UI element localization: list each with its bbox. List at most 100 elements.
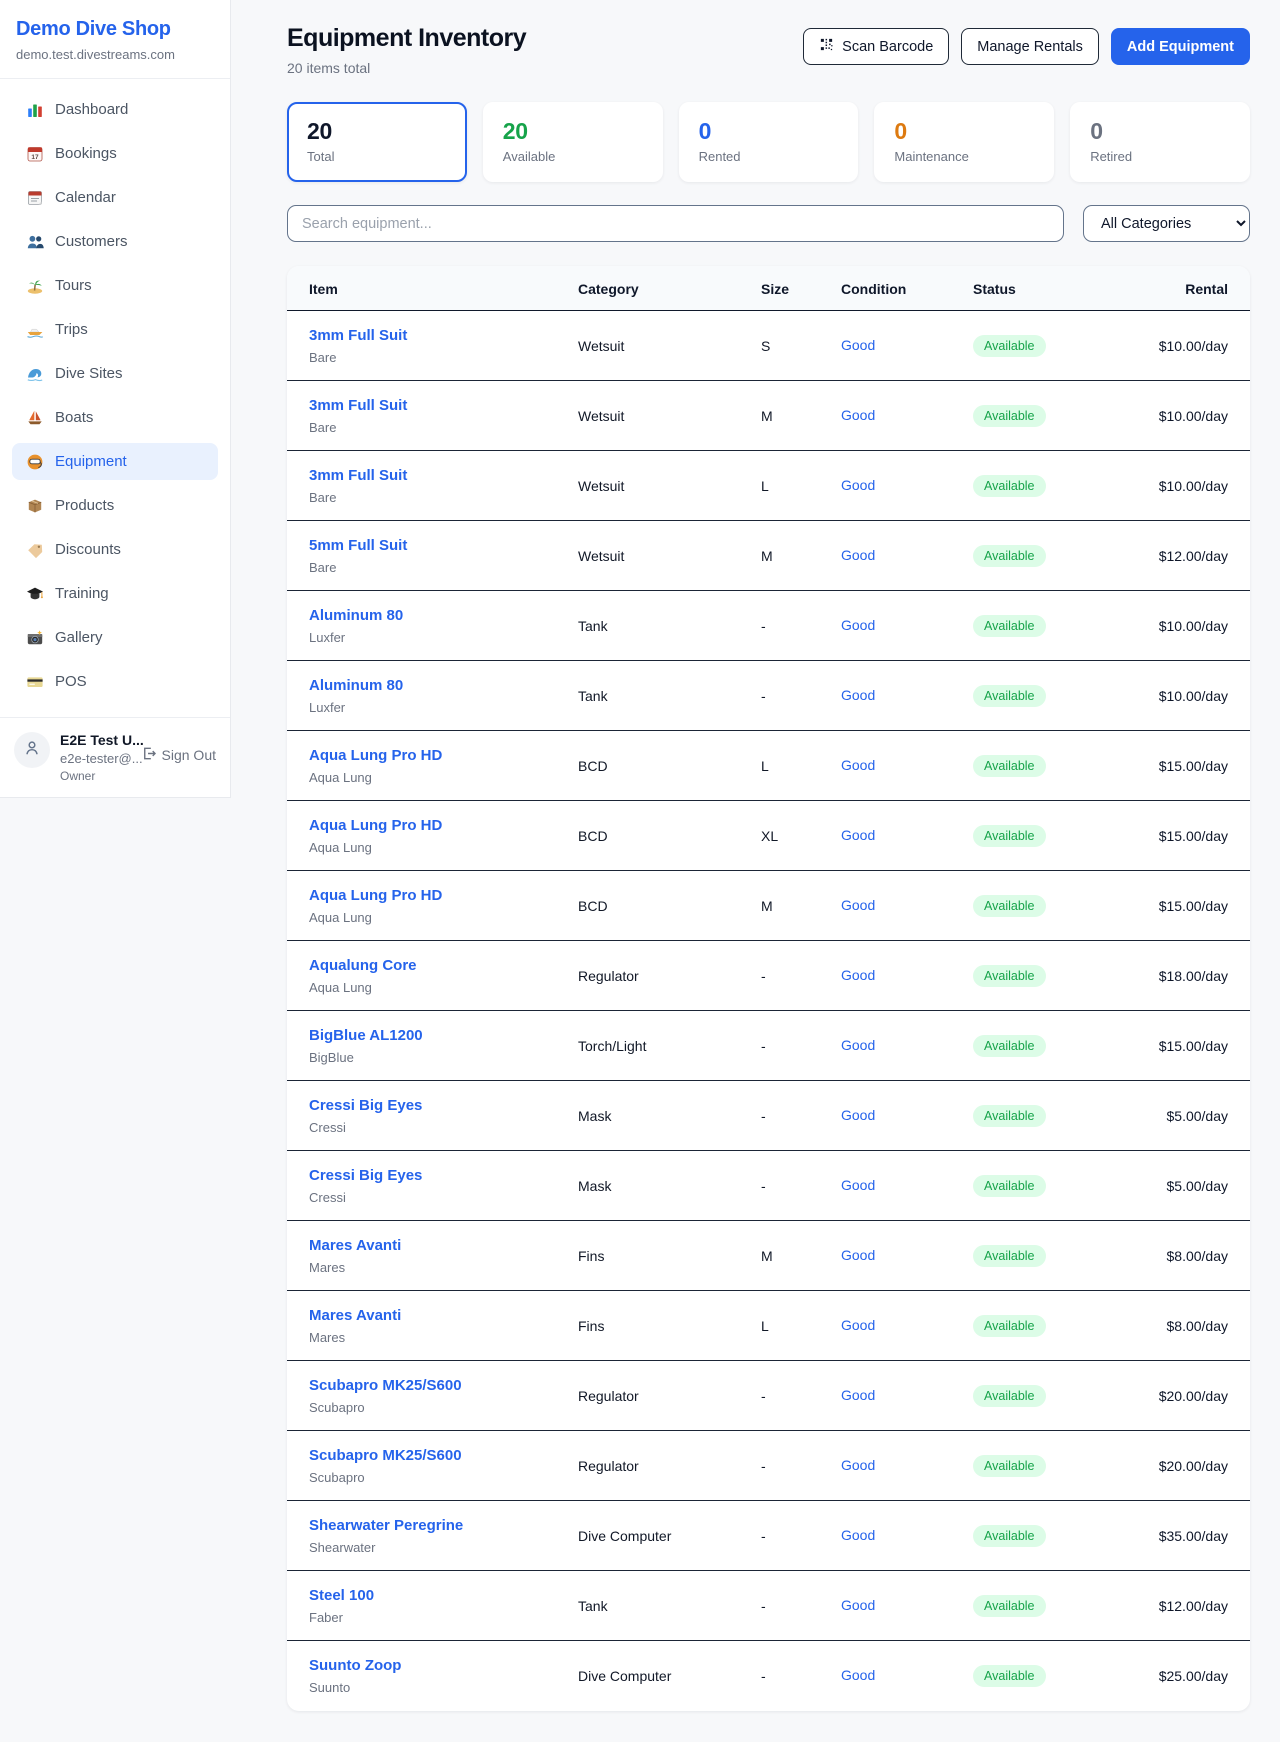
item-condition-link[interactable]: Good <box>841 1667 875 1683</box>
item-condition-link[interactable]: Good <box>841 967 875 983</box>
item-condition-link[interactable]: Good <box>841 337 875 353</box>
item-name-link[interactable]: Aqua Lung Pro HD <box>309 747 442 764</box>
sidebar-item-products[interactable]: Products <box>12 487 218 524</box>
stat-card-retired[interactable]: 0 Retired <box>1070 102 1250 182</box>
sidebar-item-label: Gallery <box>55 629 103 646</box>
item-category: Dive Computer <box>570 1641 753 1711</box>
status-badge: Available <box>973 1105 1046 1127</box>
sidebar-item-gallery[interactable]: Gallery <box>12 619 218 656</box>
table-row: Aluminum 80 Luxfer Tank - Good Available… <box>287 591 1250 661</box>
sidebar-item-bookings[interactable]: 17 Bookings <box>12 135 218 172</box>
status-badge: Available <box>973 1035 1046 1057</box>
table-body: 3mm Full Suit Bare Wetsuit S Good Availa… <box>287 311 1250 1711</box>
item-name-link[interactable]: Scubapro MK25/S600 <box>309 1377 462 1394</box>
status-badge: Available <box>973 1315 1046 1337</box>
stat-value: 20 <box>307 118 447 145</box>
item-name-link[interactable]: Aqua Lung Pro HD <box>309 817 442 834</box>
status-badge: Available <box>973 895 1046 917</box>
stat-card-rented[interactable]: 0 Rented <box>679 102 859 182</box>
sidebar-item-trips[interactable]: Trips <box>12 311 218 348</box>
sidebar-item-customers[interactable]: Customers <box>12 223 218 260</box>
stat-card-total[interactable]: 20 Total <box>287 102 467 182</box>
item-name-link[interactable]: Shearwater Peregrine <box>309 1517 463 1534</box>
table-row: Aluminum 80 Luxfer Tank - Good Available… <box>287 661 1250 731</box>
item-category: Wetsuit <box>570 311 753 381</box>
item-brand: Bare <box>309 420 562 435</box>
stat-card-maintenance[interactable]: 0 Maintenance <box>874 102 1054 182</box>
item-name-link[interactable]: Cressi Big Eyes <box>309 1167 422 1184</box>
item-name-link[interactable]: Steel 100 <box>309 1587 374 1604</box>
sidebar-item-training[interactable]: Training <box>12 575 218 612</box>
status-badge: Available <box>973 545 1046 567</box>
item-condition-link[interactable]: Good <box>841 1037 875 1053</box>
sidebar-item-label: Dive Sites <box>55 365 123 382</box>
item-name-link[interactable]: 3mm Full Suit <box>309 467 407 484</box>
item-rental: $10.00/day <box>1119 451 1250 521</box>
item-condition-link[interactable]: Good <box>841 1597 875 1613</box>
item-name-link[interactable]: Cressi Big Eyes <box>309 1097 422 1114</box>
item-size: L <box>753 731 833 801</box>
item-condition-link[interactable]: Good <box>841 1177 875 1193</box>
item-name-link[interactable]: BigBlue AL1200 <box>309 1027 423 1044</box>
item-size: - <box>753 1431 833 1501</box>
item-category: Fins <box>570 1221 753 1291</box>
item-condition-link[interactable]: Good <box>841 1457 875 1473</box>
sidebar-item-tours[interactable]: Tours <box>12 267 218 304</box>
item-condition-link[interactable]: Good <box>841 897 875 913</box>
svg-text:17: 17 <box>31 154 39 161</box>
item-size: M <box>753 381 833 451</box>
item-condition-link[interactable]: Good <box>841 687 875 703</box>
item-condition-link[interactable]: Good <box>841 757 875 773</box>
user-icon <box>23 739 41 762</box>
item-name-link[interactable]: Mares Avanti <box>309 1307 401 1324</box>
item-rental: $18.00/day <box>1119 941 1250 1011</box>
item-brand: Shearwater <box>309 1540 562 1555</box>
stat-card-available[interactable]: 20 Available <box>483 102 663 182</box>
sidebar-item-dashboard[interactable]: Dashboard <box>12 91 218 128</box>
item-name-link[interactable]: 5mm Full Suit <box>309 537 407 554</box>
manage-rentals-button[interactable]: Manage Rentals <box>961 28 1099 65</box>
dive-sites-icon <box>26 365 44 383</box>
table-row: Aqua Lung Pro HD Aqua Lung BCD XL Good A… <box>287 801 1250 871</box>
item-condition-link[interactable]: Good <box>841 1107 875 1123</box>
sign-out-button[interactable]: Sign Out <box>141 746 216 764</box>
item-category: Wetsuit <box>570 381 753 451</box>
item-condition-link[interactable]: Good <box>841 547 875 563</box>
sidebar-item-discounts[interactable]: Discounts <box>12 531 218 568</box>
sidebar-item-dive-sites[interactable]: Dive Sites <box>12 355 218 392</box>
stat-value: 20 <box>503 118 643 145</box>
item-name-link[interactable]: Mares Avanti <box>309 1237 401 1254</box>
item-name-link[interactable]: Suunto Zoop <box>309 1657 401 1674</box>
pos-icon <box>26 673 44 691</box>
item-name-link[interactable]: 3mm Full Suit <box>309 327 407 344</box>
item-name-link[interactable]: Aqua Lung Pro HD <box>309 887 442 904</box>
status-badge: Available <box>973 1385 1046 1407</box>
search-input[interactable] <box>287 205 1064 242</box>
sidebar-item-calendar[interactable]: Calendar <box>12 179 218 216</box>
item-condition-link[interactable]: Good <box>841 407 875 423</box>
item-name-link[interactable]: Scubapro MK25/S600 <box>309 1447 462 1464</box>
item-condition-link[interactable]: Good <box>841 1317 875 1333</box>
item-condition-link[interactable]: Good <box>841 477 875 493</box>
item-condition-link[interactable]: Good <box>841 617 875 633</box>
item-size: M <box>753 1221 833 1291</box>
category-filter-select[interactable]: All Categories <box>1083 205 1250 242</box>
item-name-link[interactable]: Aluminum 80 <box>309 607 403 624</box>
user-role: Owner <box>60 769 131 783</box>
sidebar-item-pos[interactable]: POS <box>12 663 218 700</box>
item-name-link[interactable]: 3mm Full Suit <box>309 397 407 414</box>
item-rental: $8.00/day <box>1119 1221 1250 1291</box>
item-name-link[interactable]: Aluminum 80 <box>309 677 403 694</box>
scan-barcode-button[interactable]: Scan Barcode <box>803 28 949 65</box>
item-condition-link[interactable]: Good <box>841 1247 875 1263</box>
item-category: Dive Computer <box>570 1501 753 1571</box>
sidebar-item-boats[interactable]: Boats <box>12 399 218 436</box>
item-name-link[interactable]: Aqualung Core <box>309 957 417 974</box>
user-name: E2E Test U... <box>60 732 131 748</box>
item-condition-link[interactable]: Good <box>841 1527 875 1543</box>
sidebar-item-equipment[interactable]: Equipment <box>12 443 218 480</box>
item-category: BCD <box>570 731 753 801</box>
item-condition-link[interactable]: Good <box>841 827 875 843</box>
add-equipment-button[interactable]: Add Equipment <box>1111 28 1250 65</box>
item-condition-link[interactable]: Good <box>841 1387 875 1403</box>
